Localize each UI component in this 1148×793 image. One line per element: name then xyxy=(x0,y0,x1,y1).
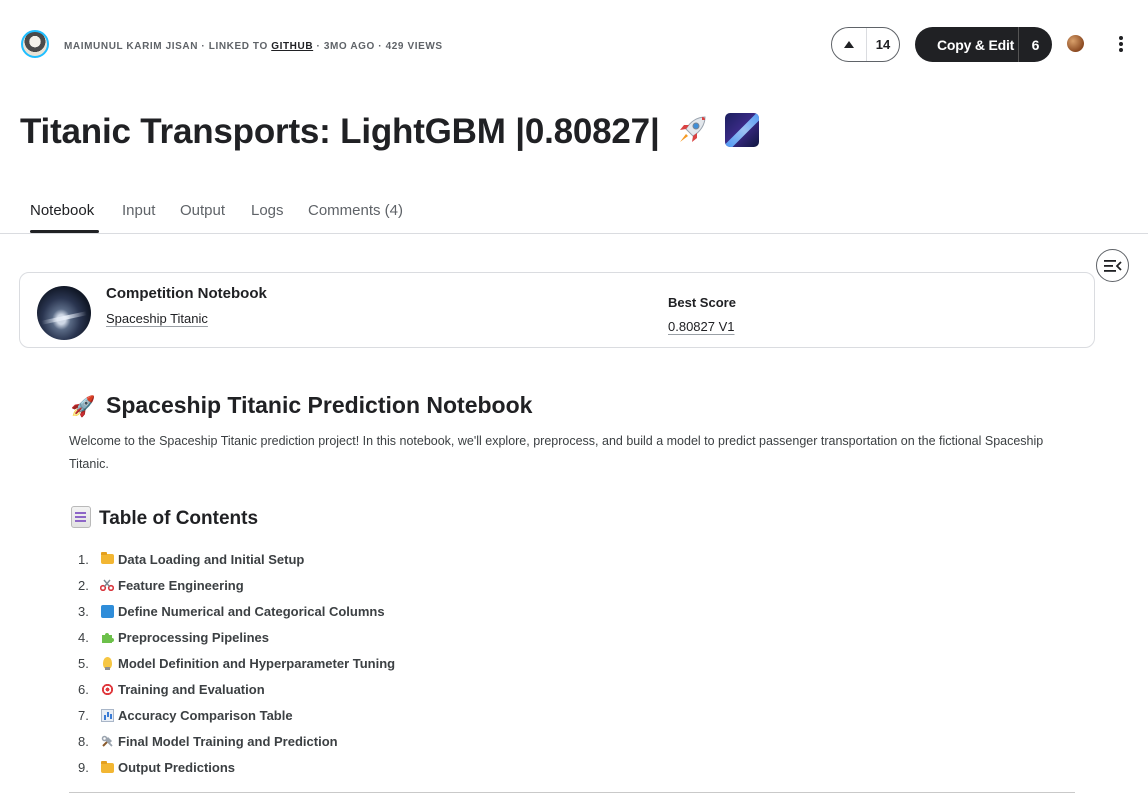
competition-card: Competition Notebook Spaceship Titanic B… xyxy=(19,272,1095,348)
table-of-contents-toggle-icon[interactable] xyxy=(1096,249,1129,282)
competition-thumbnail[interactable] xyxy=(37,286,91,340)
target-icon xyxy=(97,683,117,697)
toc-item[interactable]: 8. Final Model Training and Prediction xyxy=(78,729,395,755)
tab-comments[interactable]: Comments (4) xyxy=(308,202,403,219)
author-avatar[interactable] xyxy=(21,30,49,58)
meta-separator: · LINKED TO xyxy=(198,41,272,52)
table-of-contents: 1. Data Loading and Initial Setup 2. Feat… xyxy=(78,546,395,781)
medal-icon xyxy=(1067,35,1084,52)
toc-number: 1. xyxy=(78,551,89,567)
numbers-icon xyxy=(97,604,117,618)
toc-number: 2. xyxy=(78,577,89,593)
copy-edit-button[interactable]: Copy & Edit 6 xyxy=(915,27,1052,62)
folder-icon xyxy=(97,552,117,566)
best-score-label: Best Score xyxy=(668,295,736,310)
toc-item[interactable]: 9. Output Predictions xyxy=(78,755,395,781)
author-name[interactable]: MAIMUNUL KARIM JISAN xyxy=(64,41,198,52)
tab-logs[interactable]: Logs xyxy=(251,202,284,219)
copy-edit-label[interactable]: Copy & Edit xyxy=(915,37,1018,53)
toc-number: 4. xyxy=(78,629,89,645)
notebook-tabs: Notebook Input Output Logs Comments (4) xyxy=(0,190,1148,234)
toc-item[interactable]: 7. Accuracy Comparison Table xyxy=(78,703,395,729)
upvote-count[interactable]: 14 xyxy=(867,37,899,52)
tools-icon xyxy=(97,735,117,749)
toc-label[interactable]: Model Definition and Hyperparameter Tuni… xyxy=(118,656,395,671)
best-score-link[interactable]: 0.80827 V1 xyxy=(668,319,735,334)
scissors-icon xyxy=(97,578,117,592)
upvote-control[interactable]: 14 xyxy=(831,27,900,62)
competition-link[interactable]: Spaceship Titanic xyxy=(106,311,208,326)
toc-number: 7. xyxy=(78,708,89,724)
tab-notebook[interactable]: Notebook xyxy=(30,202,94,219)
milky-way-icon xyxy=(724,113,759,147)
toc-item[interactable]: 3. Define Numerical and Categorical Colum… xyxy=(78,598,395,624)
toc-number: 5. xyxy=(78,655,89,671)
toc-number: 9. xyxy=(78,760,89,776)
toc-label[interactable]: Training and Evaluation xyxy=(118,682,265,697)
folder-icon xyxy=(97,760,117,775)
lightbulb-icon xyxy=(97,656,117,671)
copy-edit-count[interactable]: 6 xyxy=(1019,37,1052,53)
toc-label[interactable]: Data Loading and Initial Setup xyxy=(118,552,304,567)
rocket-icon: 🚀 xyxy=(70,396,96,418)
toc-label[interactable]: Accuracy Comparison Table xyxy=(118,708,293,723)
toc-number: 6. xyxy=(78,682,89,698)
toc-item[interactable]: 5. Model Definition and Hyperparameter Tu… xyxy=(78,650,395,676)
toc-label[interactable]: Define Numerical and Categorical Columns xyxy=(118,604,385,619)
intro-paragraph: Welcome to the Spaceship Titanic predict… xyxy=(69,434,1044,471)
toc-label[interactable]: Feature Engineering xyxy=(118,578,244,593)
toc-label[interactable]: Output Predictions xyxy=(118,760,235,775)
toc-item[interactable]: 6. Training and Evaluation xyxy=(78,676,395,702)
card-title: Competition Notebook xyxy=(106,285,267,302)
notebook-header: MAIMUNUL KARIM JISAN · LINKED TO GITHUB … xyxy=(0,0,1148,90)
page-title: Titanic Transports: LightGBM |0.80827| xyxy=(20,112,759,152)
tab-input[interactable]: Input xyxy=(122,202,155,219)
page-title-text: Titanic Transports: LightGBM |0.80827| xyxy=(20,112,660,151)
toc-heading-text: Table of Contents xyxy=(99,508,259,529)
toc-label[interactable]: Final Model Training and Prediction xyxy=(118,734,338,749)
bar-chart-icon xyxy=(97,709,117,723)
toc-heading: Table of Contents xyxy=(71,506,258,530)
toc-item[interactable]: 4. Preprocessing Pipelines xyxy=(78,624,395,650)
rocket-icon xyxy=(675,113,709,147)
github-link[interactable]: GITHUB xyxy=(271,41,313,52)
toc-number: 8. xyxy=(78,734,89,750)
more-options-icon[interactable] xyxy=(1114,34,1128,54)
notebook-heading-text: Spaceship Titanic Prediction Notebook xyxy=(106,392,533,418)
toc-number: 3. xyxy=(78,603,89,619)
tab-output[interactable]: Output xyxy=(180,202,225,219)
meta-age-views: · 3MO AGO · 429 VIEWS xyxy=(313,41,443,52)
puzzle-icon xyxy=(97,630,117,644)
bookmark-tabs-icon xyxy=(71,506,91,528)
upvote-arrow-icon[interactable] xyxy=(832,28,867,61)
toc-item[interactable]: 1. Data Loading and Initial Setup xyxy=(78,546,395,572)
notebook-heading: 🚀 Spaceship Titanic Prediction Notebook xyxy=(70,392,533,419)
active-tab-indicator xyxy=(30,230,99,233)
toc-item[interactable]: 2. Feature Engineering xyxy=(78,572,395,598)
toc-label[interactable]: Preprocessing Pipelines xyxy=(118,630,269,645)
notebook-meta: MAIMUNUL KARIM JISAN · LINKED TO GITHUB … xyxy=(64,41,443,52)
